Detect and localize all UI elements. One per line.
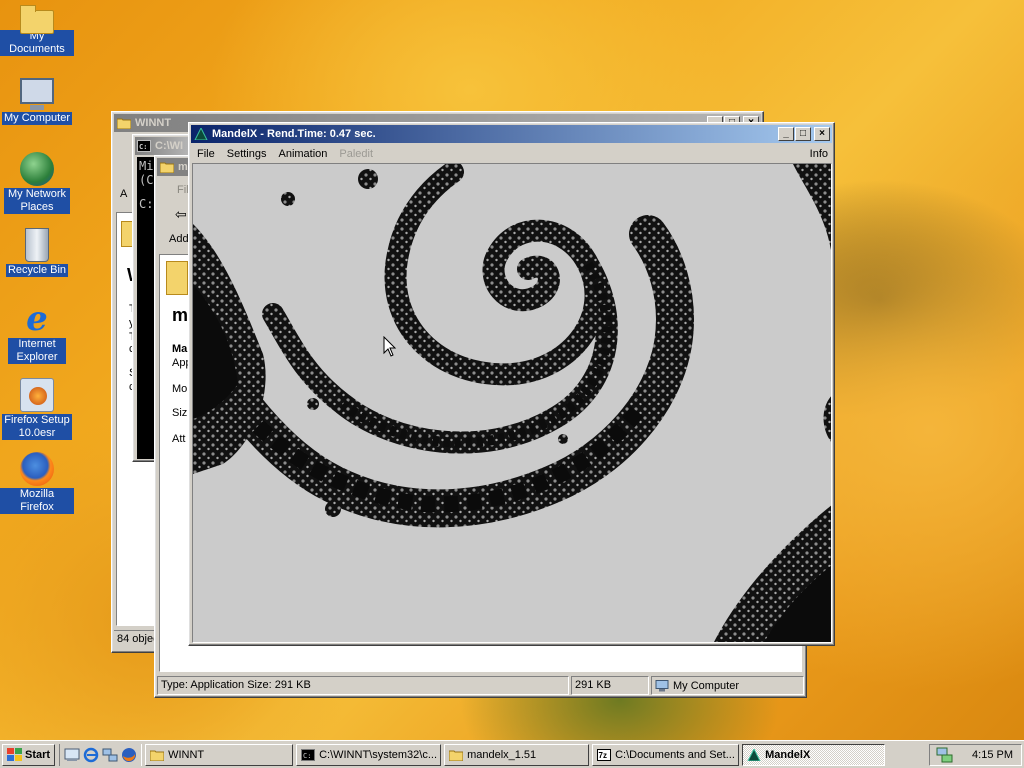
fractal-canvas[interactable]: [192, 163, 832, 643]
menu-info[interactable]: Info: [804, 148, 834, 160]
menu-paledit: Paledit: [339, 148, 374, 160]
task-label: mandelx_1.51: [467, 748, 537, 761]
cmd-icon: C:: [137, 140, 151, 152]
system-tray: 4:15 PM: [929, 743, 1022, 766]
status-size-panel: 291 KB: [571, 676, 649, 695]
detail-modified: Mo: [172, 383, 188, 395]
desktop-icon-internet-explorer[interactable]: e Internet Explorer: [0, 302, 74, 364]
firefox-icon[interactable]: [121, 747, 137, 763]
desktop-icon-my-documents[interactable]: My Documents: [0, 4, 74, 56]
cmd-icon: C:: [301, 748, 316, 761]
status-object-count: 84 objec: [117, 633, 159, 645]
network-icon[interactable]: [102, 747, 118, 763]
show-desktop-icon[interactable]: [64, 747, 80, 763]
status-size-text: 291 KB: [575, 679, 612, 691]
status-zone-text: My Computer: [673, 679, 740, 692]
task-cmd[interactable]: C: C:\WINNT\system32\c...: [296, 743, 442, 766]
internet-explorer-icon[interactable]: [83, 747, 99, 763]
windows-logo-icon: [7, 748, 22, 761]
desktop-icon-network-places[interactable]: My Network Places: [0, 152, 74, 214]
svg-text:C:: C:: [303, 752, 311, 760]
taskbar: Start WINNT C: C:\WINNT\system32\c... ma…: [0, 740, 1024, 768]
status-info-text: Type: Application Size: 291 KB: [161, 679, 311, 691]
my-documents-icon: [20, 5, 54, 34]
desktop-icon-label: My Network Places: [4, 188, 70, 214]
window-title: MandelX - Rend.Time: 0.47 sec.: [212, 128, 376, 140]
menu-file[interactable]: File: [191, 148, 221, 160]
task-label: C:\Documents and Set...: [615, 748, 735, 761]
detail-attributes: Att: [172, 433, 186, 445]
mandelx-window[interactable]: MandelX - Rend.Time: 0.47 sec. _ □ × Fil…: [188, 122, 835, 646]
desktop-icon-label: Internet Explorer: [8, 338, 66, 364]
mandelx-titlebar[interactable]: MandelX - Rend.Time: 0.47 sec. _ □ ×: [191, 125, 832, 143]
svg-text:C:: C:: [139, 143, 147, 151]
mouse-cursor-icon: [383, 336, 397, 357]
folder-menu-partial[interactable]: Fil: [177, 184, 189, 196]
7zip-icon: 7z: [597, 748, 612, 761]
menu-settings[interactable]: Settings: [221, 148, 273, 160]
folder-heading: m: [172, 305, 189, 325]
svg-text:7z: 7z: [599, 751, 607, 760]
recycle-bin-icon: [25, 228, 49, 262]
task-mandelx-folder[interactable]: mandelx_1.51: [444, 743, 590, 766]
network-places-icon: [20, 152, 54, 186]
close-button[interactable]: ×: [814, 127, 830, 141]
mandelx-menubar: File Settings Animation Paledit Info: [189, 145, 834, 163]
task-label: WINNT: [168, 748, 205, 761]
network-tray-icon[interactable]: [936, 747, 954, 763]
task-mandelx[interactable]: MandelX: [742, 743, 886, 766]
folder-icon: [117, 118, 131, 129]
desktop-icon-my-computer[interactable]: My Computer: [0, 78, 74, 125]
maximize-button[interactable]: □: [795, 127, 811, 141]
quick-launch: [59, 743, 143, 766]
detail-size: Siz: [172, 407, 188, 419]
internet-explorer-icon: e: [26, 299, 48, 339]
start-label: Start: [25, 748, 51, 761]
my-computer-icon: [20, 78, 54, 110]
mandelx-icon: [747, 748, 761, 761]
detail-name: Ma: [172, 343, 188, 355]
my-computer-icon: [655, 679, 669, 691]
desktop-icon-label: My Computer: [1, 112, 73, 125]
window-title: C:\WI: [155, 140, 184, 152]
task-7zip[interactable]: 7z C:\Documents and Set...: [592, 743, 740, 766]
desktop-icon-label: Firefox Setup 10.0esr: [2, 414, 72, 440]
folder-icon: [449, 750, 464, 761]
menu-animation[interactable]: Animation: [272, 148, 333, 160]
mandelx-icon: [194, 128, 208, 140]
status-zone-panel: My Computer: [651, 676, 804, 695]
folder-icon: [160, 162, 174, 173]
folder-status-bar: Type: Application Size: 291 KB 291 KB My…: [157, 676, 804, 695]
winnt-address-partial: A: [120, 188, 128, 200]
firefox-setup-icon: [20, 378, 54, 412]
file-icon: [166, 261, 188, 295]
folder-icon: [150, 750, 165, 761]
minimize-button[interactable]: _: [778, 127, 794, 141]
status-info-panel: Type: Application Size: 291 KB: [157, 676, 569, 695]
desktop-icon-mozilla-firefox[interactable]: Mozilla Firefox: [0, 452, 74, 514]
folder-address-partial: Add: [169, 233, 189, 245]
desktop-icon-label: Recycle Bin: [5, 264, 69, 277]
back-arrow-icon[interactable]: ⇦: [175, 206, 187, 223]
cmd-titlebar[interactable]: C: C:\WI: [135, 137, 189, 155]
task-winnt[interactable]: WINNT: [145, 743, 294, 766]
start-button[interactable]: Start: [2, 743, 56, 766]
desktop-icon-label: Mozilla Firefox: [0, 488, 74, 514]
task-label: C:\WINNT\system32\c...: [319, 748, 438, 761]
firefox-icon: [20, 452, 54, 486]
fractal-image: [193, 164, 831, 642]
task-label: MandelX: [765, 748, 811, 761]
desktop-icon-firefox-setup[interactable]: Firefox Setup 10.0esr: [0, 378, 74, 440]
desktop-icon-recycle-bin[interactable]: Recycle Bin: [0, 228, 74, 277]
clock[interactable]: 4:15 PM: [972, 749, 1013, 761]
